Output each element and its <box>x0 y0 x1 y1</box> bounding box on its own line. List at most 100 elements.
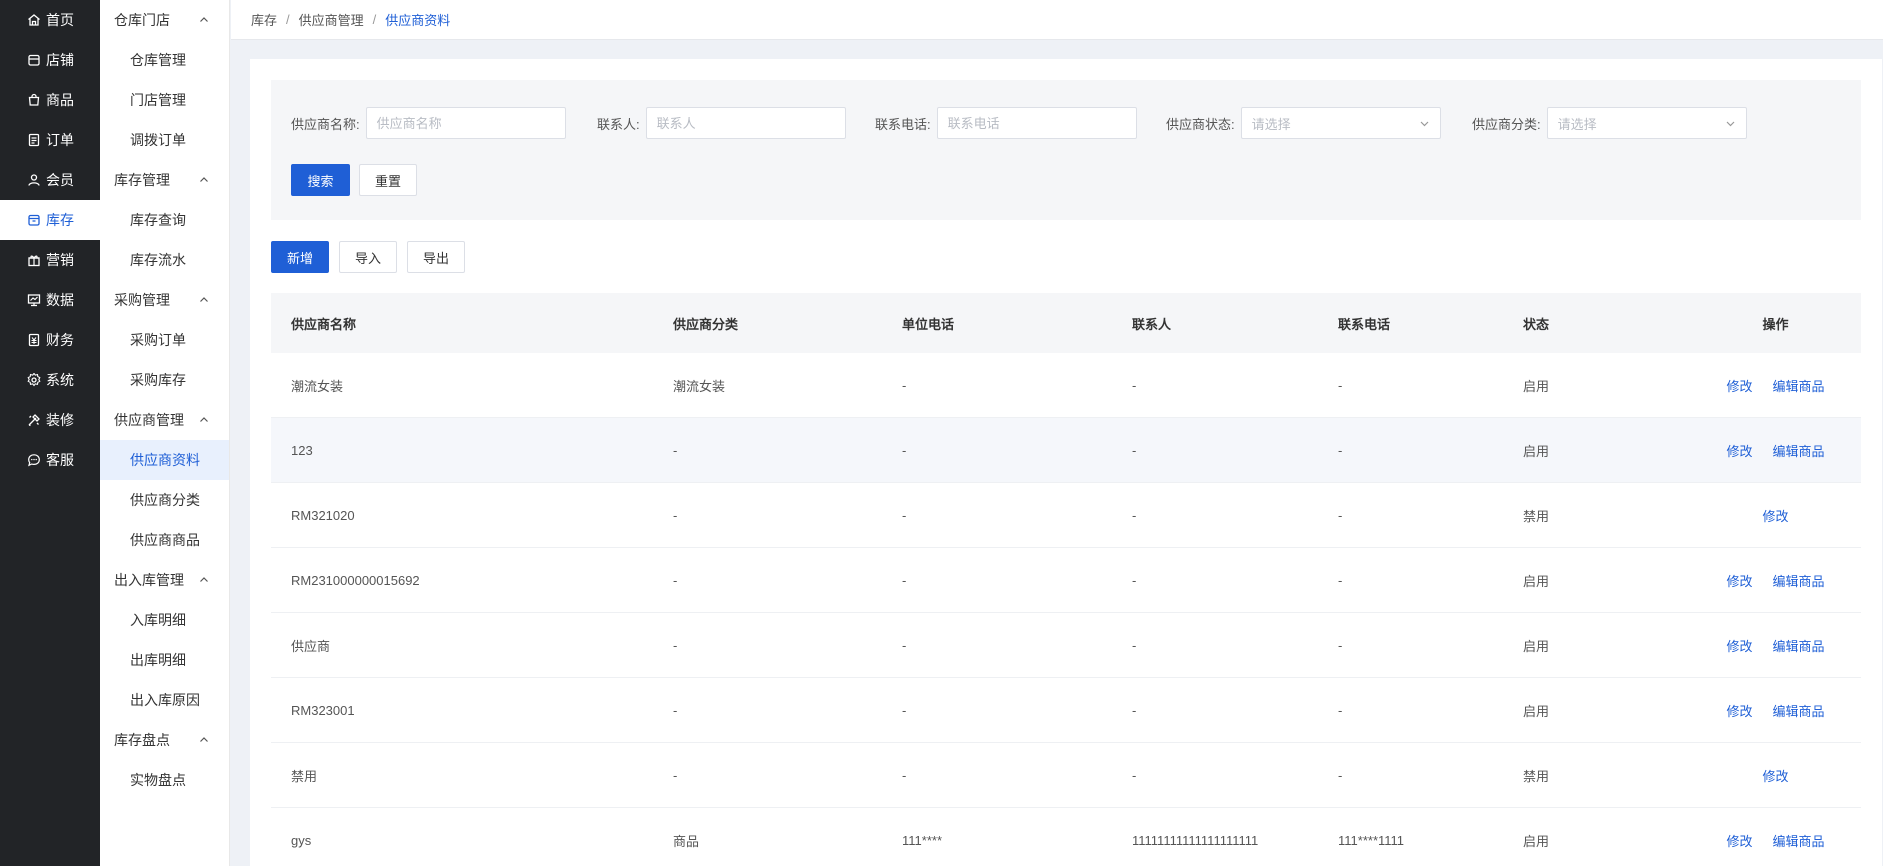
sub-item-label: 库存流水 <box>130 252 186 268</box>
sub-item-inventory-query[interactable]: 库存查询 <box>100 200 229 240</box>
select-placeholder: 请选择 <box>1557 116 1597 132</box>
supplier-table: 供应商名称 供应商分类 单位电话 联系人 联系电话 状态 操作 潮流女装 潮流女… <box>271 293 1861 866</box>
sub-item-inventory-flow[interactable]: 库存流水 <box>100 240 229 280</box>
cell-unit-phone: - <box>902 767 907 783</box>
cell-unit-phone: - <box>902 572 907 588</box>
add-button[interactable]: 新增 <box>271 241 329 273</box>
group-supplier-management[interactable]: 供应商管理 <box>100 400 229 440</box>
edit-link[interactable]: 修改 <box>1762 506 1788 525</box>
cell-supplier-name: 供应商 <box>291 638 331 654</box>
cell-phone: - <box>1338 442 1343 458</box>
breadcrumb-separator: / <box>372 12 377 27</box>
cell-status: 启用 <box>1523 638 1550 654</box>
edit-goods-link[interactable]: 编辑商品 <box>1773 701 1825 720</box>
edit-link[interactable]: 修改 <box>1726 831 1752 850</box>
import-button[interactable]: 导入 <box>339 241 397 273</box>
nav-label: 店铺 <box>46 52 74 68</box>
member-icon <box>27 173 41 187</box>
edit-goods-link[interactable]: 编辑商品 <box>1773 636 1825 655</box>
contact-input[interactable] <box>645 107 846 139</box>
cell-status: 启用 <box>1523 573 1550 589</box>
table-row: RM231000000015692 - - - - 启用 修改 编辑商品 <box>271 548 1861 613</box>
sub-item-stock-reason[interactable]: 出入库原因 <box>100 680 229 720</box>
sub-item-physical-count[interactable]: 实物盘点 <box>100 760 229 800</box>
sub-item-purchase-inventory[interactable]: 采购库存 <box>100 360 229 400</box>
group-purchase-management[interactable]: 采购管理 <box>100 280 229 320</box>
nav-order[interactable]: 订单 <box>0 120 100 160</box>
chevron-up-icon <box>200 737 208 742</box>
cell-actions: 修改 编辑商品 <box>1690 571 1861 590</box>
nav-service[interactable]: 客服 <box>0 440 100 480</box>
group-title-label: 库存管理 <box>114 172 170 188</box>
sub-item-supplier-profile[interactable]: 供应商资料 <box>100 440 229 480</box>
contact-phone-input[interactable] <box>936 107 1137 139</box>
edit-link[interactable]: 修改 <box>1726 441 1752 460</box>
nav-system[interactable]: 系统 <box>0 360 100 400</box>
sub-item-supplier-category[interactable]: 供应商分类 <box>100 480 229 520</box>
filter-supplier-category: 供应商分类: 请选择 <box>1472 107 1747 139</box>
sub-item-transfer-orders[interactable]: 调拨订单 <box>100 120 229 160</box>
nav-label: 营销 <box>46 252 74 268</box>
sub-item-supplier-goods[interactable]: 供应商商品 <box>100 520 229 560</box>
nav-home[interactable]: 首页 <box>0 0 100 40</box>
sub-item-label: 库存查询 <box>130 212 186 228</box>
cell-category: - <box>673 767 678 783</box>
chevron-up-icon <box>200 297 208 302</box>
edit-goods-link[interactable]: 编辑商品 <box>1773 376 1825 395</box>
cell-status: 启用 <box>1523 443 1550 459</box>
group-stock-in-out[interactable]: 出入库管理 <box>100 560 229 600</box>
export-button[interactable]: 导出 <box>407 241 465 273</box>
filter-panel: 供应商名称: 联系人: 联系电话: 供应商状态: 请选择 供应商分类: 请选择 <box>271 80 1861 220</box>
group-title-label: 采购管理 <box>114 292 170 308</box>
sub-item-stock-out-detail[interactable]: 出库明细 <box>100 640 229 680</box>
nav-finance[interactable]: 财务 <box>0 320 100 360</box>
export-button-label: 导出 <box>422 250 449 266</box>
supplier-status-select[interactable]: 请选择 <box>1240 107 1441 139</box>
edit-link[interactable]: 修改 <box>1762 766 1788 785</box>
nav-label: 会员 <box>46 172 74 188</box>
cell-supplier-name: RM323001 <box>291 702 355 718</box>
product-icon <box>27 93 41 107</box>
edit-link[interactable]: 修改 <box>1726 701 1752 720</box>
nav-label: 数据 <box>46 292 74 308</box>
sub-item-warehouse-management[interactable]: 仓库管理 <box>100 40 229 80</box>
group-inventory-management[interactable]: 库存管理 <box>100 160 229 200</box>
nav-product[interactable]: 商品 <box>0 80 100 120</box>
edit-goods-link[interactable]: 编辑商品 <box>1773 831 1825 850</box>
cell-supplier-name: RM231000000015692 <box>291 572 420 588</box>
edit-goods-link[interactable]: 编辑商品 <box>1773 571 1825 590</box>
nav-marketing[interactable]: 营销 <box>0 240 100 280</box>
order-icon <box>27 133 41 147</box>
nav-label: 系统 <box>46 372 74 388</box>
edit-link[interactable]: 修改 <box>1726 376 1752 395</box>
edit-goods-link[interactable]: 编辑商品 <box>1773 441 1825 460</box>
edit-link[interactable]: 修改 <box>1726 571 1752 590</box>
nav-label: 商品 <box>46 92 74 108</box>
breadcrumb-item-supplier-management[interactable]: 供应商管理 <box>299 10 364 29</box>
cell-unit-phone: - <box>902 702 907 718</box>
supplier-name-input[interactable] <box>365 107 566 139</box>
search-button[interactable]: 搜索 <box>291 164 350 196</box>
sub-item-store-management[interactable]: 门店管理 <box>100 80 229 120</box>
edit-link[interactable]: 修改 <box>1726 636 1752 655</box>
group-stock-taking[interactable]: 库存盘点 <box>100 720 229 760</box>
column-header: 操作 <box>1762 316 1789 332</box>
cell-contact: - <box>1132 507 1137 523</box>
nav-member[interactable]: 会员 <box>0 160 100 200</box>
nav-inventory[interactable]: 库存 <box>0 200 100 240</box>
sub-item-stock-in-detail[interactable]: 入库明细 <box>100 600 229 640</box>
sub-item-label: 出库明细 <box>130 652 186 668</box>
group-title-label: 仓库门店 <box>114 12 170 28</box>
cell-category: - <box>673 702 678 718</box>
supplier-category-select[interactable]: 请选择 <box>1546 107 1747 139</box>
nav-data[interactable]: 数据 <box>0 280 100 320</box>
cell-status: 启用 <box>1523 378 1550 394</box>
group-warehouse-store[interactable]: 仓库门店 <box>100 0 229 40</box>
sub-item-purchase-orders[interactable]: 采购订单 <box>100 320 229 360</box>
breadcrumb-item-inventory[interactable]: 库存 <box>251 10 277 29</box>
cell-actions: 修改 编辑商品 <box>1690 376 1861 395</box>
nav-store[interactable]: 店铺 <box>0 40 100 80</box>
nav-decorate[interactable]: 装修 <box>0 400 100 440</box>
reset-button[interactable]: 重置 <box>359 164 417 196</box>
secondary-sidebar: 仓库门店 仓库管理 门店管理 调拨订单 库存管理 库存查询 库存流水 采购管理 … <box>100 0 230 866</box>
